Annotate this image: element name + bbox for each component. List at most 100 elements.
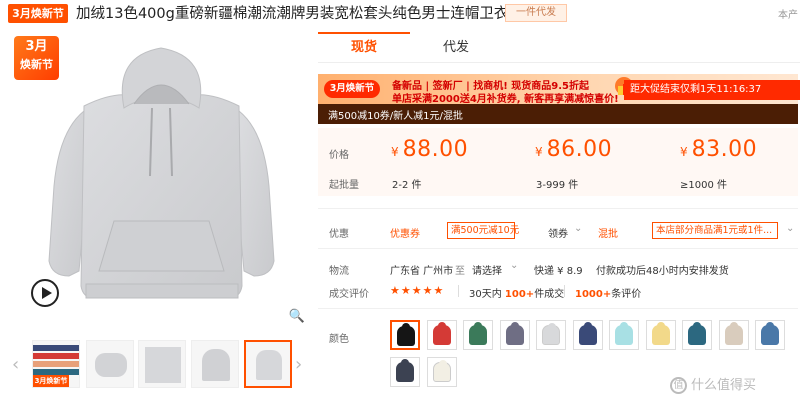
price-tier-3: ¥83.00 <box>680 137 757 162</box>
hoodie-color-icon <box>432 322 451 345</box>
promo-strip: 满500减10券/新人减1元/混批 <box>318 104 798 124</box>
thumbnail-3[interactable] <box>138 340 186 388</box>
tab-in-stock[interactable]: 现货 <box>318 32 410 63</box>
color-swatch[interactable] <box>390 357 420 387</box>
hoodie-color-icon <box>688 322 706 345</box>
divider <box>318 208 798 209</box>
color-swatch[interactable] <box>572 320 603 350</box>
coupon-link[interactable]: 优惠券 <box>390 225 420 240</box>
reviews-stat[interactable]: 1000+条评价 <box>575 285 641 300</box>
thumb-festival-badge: 3月焕新节 <box>33 375 69 387</box>
color-swatch[interactable] <box>426 357 457 387</box>
color-swatch[interactable] <box>718 320 749 350</box>
currency-symbol: ¥ <box>535 145 543 159</box>
color-swatch[interactable] <box>755 320 785 350</box>
play-icon <box>42 287 52 299</box>
color-swatch[interactable] <box>682 320 712 350</box>
badge-line-2: 焕新节 <box>20 58 53 71</box>
zoom-icon[interactable]: 🔍 <box>288 308 306 326</box>
receive-coupon-button[interactable]: 领券 <box>548 225 568 240</box>
hoodie-image <box>48 47 275 299</box>
ship-origin: 广东省 广州市 <box>390 266 454 277</box>
color-swatch[interactable] <box>609 320 639 350</box>
price-tier-2: ¥86.00 <box>535 137 612 162</box>
ship-promise: 付款成功后48小时内安排发货 <box>596 266 729 277</box>
festival-corner-badge: 3月 焕新节 <box>14 36 59 80</box>
dropship-tag[interactable]: 一件代发 <box>505 4 567 22</box>
color-swatch[interactable] <box>645 320 676 350</box>
separator <box>564 285 565 297</box>
hoodie-color-icon <box>469 322 487 345</box>
thumbnail-1[interactable]: 3月焕新节 <box>32 340 80 388</box>
chevron-down-icon[interactable]: ⌄ <box>510 260 518 271</box>
reviews-suffix: 条评价 <box>611 289 642 300</box>
sales-prefix: 30天内 <box>469 289 502 300</box>
festival-badge: 3月焕新节 <box>8 4 68 23</box>
coupon-chip-store[interactable]: 本店部分商品满1元或1件... <box>652 222 778 239</box>
sales-count: 100+ <box>504 289 535 300</box>
banner-line-2: 单店采满2000送4月补货券, 新客再享满减惊喜价! <box>392 94 619 105</box>
tab-dropship[interactable]: 代发 <box>410 33 502 63</box>
divider <box>318 248 798 249</box>
sales-suffix: 件成交 <box>534 289 565 300</box>
coupon-label: 优惠 <box>329 229 349 240</box>
chevron-down-icon[interactable]: ⌄ <box>786 223 794 234</box>
hoodie-color-icon <box>615 322 633 345</box>
express-fee: 快递 ¥ 8.9 <box>534 266 583 277</box>
chevron-down-icon[interactable]: ⌄ <box>574 223 582 234</box>
purchase-tabs: 现货 代发 <box>318 32 800 63</box>
ship-destination-select[interactable]: 请选择 <box>472 262 502 277</box>
color-swatch[interactable] <box>390 320 420 350</box>
thumbnail-2[interactable] <box>86 340 134 388</box>
promo-countdown: 距大促结束仅剩1天11:16:37 <box>624 80 800 100</box>
star-rating: ★★★★★ <box>390 284 445 297</box>
banner-festival-badge: 3月焕新节 <box>324 80 380 98</box>
hoodie-color-icon <box>432 360 451 382</box>
sales-stat: 30天内 100+件成交 <box>469 285 564 300</box>
hoodie-color-icon <box>542 323 560 345</box>
product-page: 3月焕新节 加绒13色400g重磅新疆棉潮流潮牌男装宽松套头纯色男士连帽卫衣 一… <box>0 0 800 403</box>
watermark-text: 什么值得买 <box>691 378 757 393</box>
color-swatch[interactable] <box>463 320 493 350</box>
hoodie-color-icon <box>396 359 414 382</box>
color-swatch[interactable] <box>426 320 457 350</box>
moq-tier-3: ≥1000 件 <box>680 180 728 191</box>
thumbnail-strip: ‹ 3月焕新节 › <box>8 340 308 390</box>
thumb-next-arrow[interactable]: › <box>295 355 302 375</box>
badge-line-1: 3月 <box>25 39 48 54</box>
thumb-prev-arrow[interactable]: ‹ <box>12 355 19 375</box>
color-label: 颜色 <box>329 334 349 345</box>
divider <box>318 308 798 309</box>
logistics-label: 物流 <box>329 266 349 277</box>
moq-label: 起批量 <box>329 180 359 191</box>
reviews-count: 1000+ <box>575 289 612 300</box>
price-value: 86.00 <box>546 137 613 162</box>
hoodie-color-icon <box>651 322 670 345</box>
main-product-image[interactable] <box>14 36 309 326</box>
price-value: 88.00 <box>402 137 469 162</box>
mixed-batch-link[interactable]: 混批 <box>598 225 618 240</box>
separator <box>458 285 459 297</box>
price-label: 价格 <box>329 150 349 161</box>
hoodie-color-icon <box>724 322 743 345</box>
moq-tier-2: 3-999 件 <box>536 180 579 191</box>
title-right-text: 本产 <box>778 10 798 21</box>
thumbnail-4[interactable] <box>191 340 239 388</box>
currency-symbol: ¥ <box>680 145 688 159</box>
thumbnail-5[interactable] <box>244 340 292 388</box>
play-video-button[interactable] <box>31 279 59 307</box>
price-value: 83.00 <box>691 137 758 162</box>
hoodie-color-icon <box>578 322 597 345</box>
price-tier-1: ¥88.00 <box>391 137 468 162</box>
smzdm-logo-icon: 值 <box>670 377 687 394</box>
color-swatch[interactable] <box>499 320 530 350</box>
site-watermark: 值什么值得买 <box>670 374 756 394</box>
rating-label: 成交评价 <box>329 289 369 300</box>
currency-symbol: ¥ <box>391 145 399 159</box>
coupon-chip-500-10[interactable]: 满500元减10元 <box>447 222 519 239</box>
promo-strip-text: 满500减10券/新人减1元/混批 <box>328 111 463 122</box>
hoodie-color-icon <box>397 323 415 346</box>
moq-tier-1: 2-2 件 <box>392 180 422 191</box>
color-swatch[interactable] <box>536 320 566 350</box>
ship-to: 至 <box>455 266 465 277</box>
